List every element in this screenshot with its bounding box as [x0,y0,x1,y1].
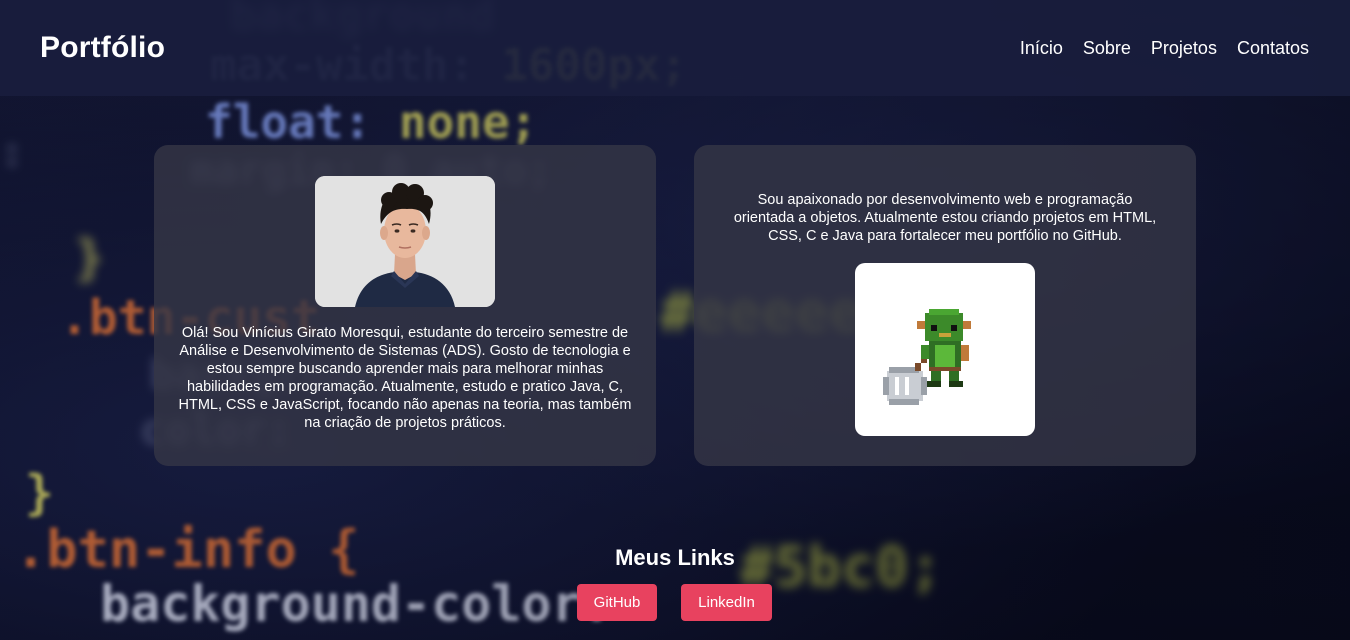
passion-card: Sou apaixonado por desenvolvimento web e… [694,145,1196,466]
passion-text: Sou apaixonado por desenvolvimento web e… [733,191,1157,244]
linkedin-button[interactable]: LinkedIn [681,584,772,621]
about-card: Olá! Sou Vinícius Girato Moresqui, estud… [154,145,656,466]
main-nav: Início Sobre Projetos Contatos [1020,38,1309,59]
brand-title: Portfólio [40,31,166,64]
nav-inicio[interactable]: Início [1020,38,1063,59]
github-button[interactable]: GitHub [577,584,657,621]
site-header: Portfólio Início Sobre Projetos Contatos [0,0,1350,96]
profile-photo [315,176,495,307]
nav-projetos[interactable]: Projetos [1151,38,1217,59]
links-title: Meus Links [615,545,735,570]
nav-contatos[interactable]: Contatos [1237,38,1309,59]
pixel-goblin-sprite [855,263,1035,436]
about-text: Olá! Sou Vinícius Girato Moresqui, estud… [178,324,632,431]
nav-sobre[interactable]: Sobre [1083,38,1131,59]
